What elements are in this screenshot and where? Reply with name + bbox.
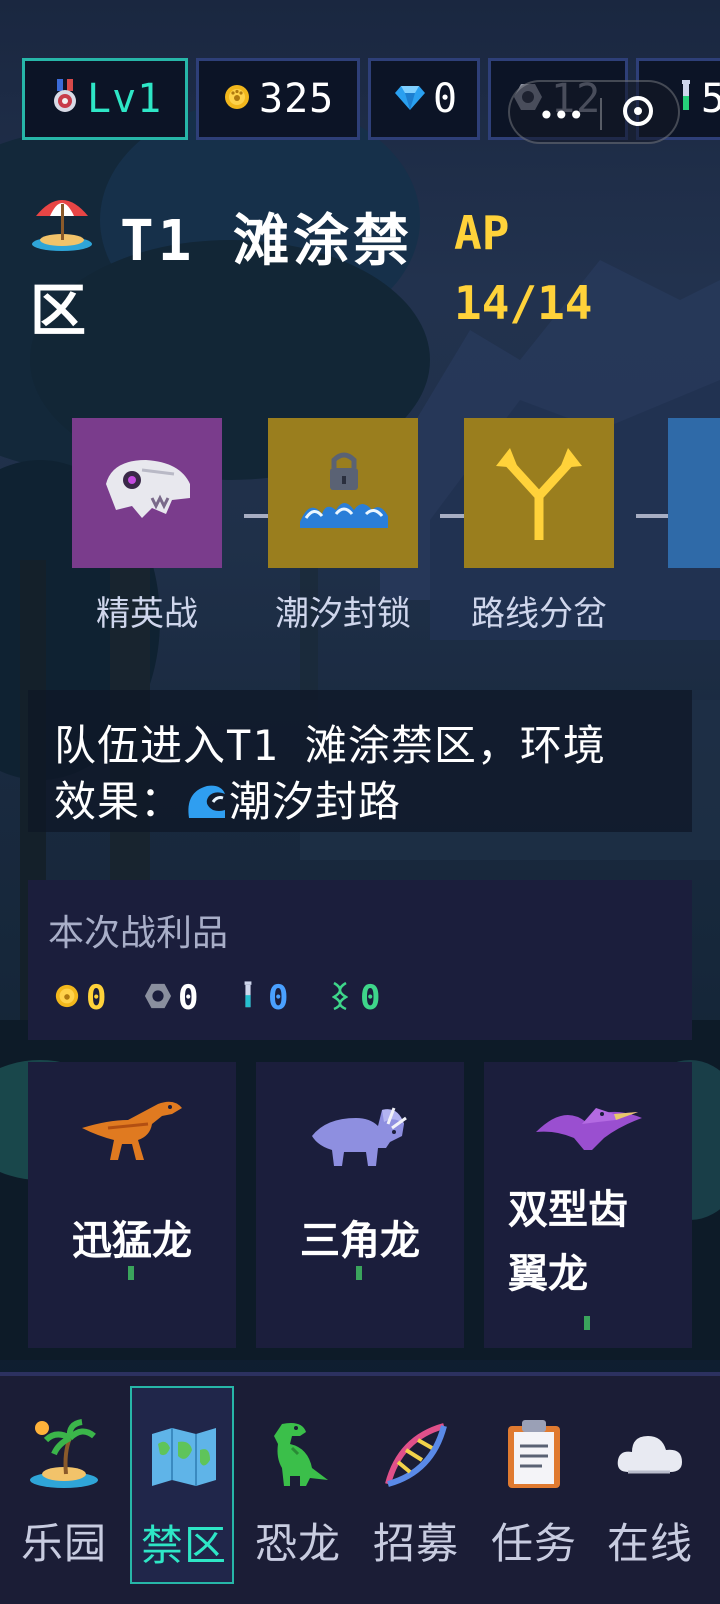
- dino-progress-bar: [584, 1316, 590, 1330]
- bolt-nut-icon: [144, 982, 172, 1014]
- raptor-icon: [78, 1090, 188, 1170]
- nav-item-park[interactable]: 乐园: [12, 1386, 116, 1584]
- wave-icon: [185, 782, 227, 832]
- ap-value: 14/14: [454, 276, 593, 330]
- route-node-next[interactable]: [668, 418, 720, 568]
- diamond-icon: [395, 84, 425, 114]
- level-badge[interactable]: Lv1: [22, 58, 188, 140]
- loot-vial-value: 0: [268, 978, 289, 1018]
- route-node-fork[interactable]: [464, 418, 614, 568]
- loot-panel: 本次战利品 0 0 0 0: [28, 880, 692, 1040]
- dino-skull-icon: [102, 454, 194, 530]
- dino-name-line2: 翼龙: [508, 1251, 588, 1297]
- nav-label: 招募: [372, 1519, 459, 1568]
- message-prefix: 效果：: [54, 777, 184, 826]
- nav-item-recruit[interactable]: 招募: [364, 1386, 468, 1584]
- route-node-tide-lock[interactable]: [268, 418, 418, 568]
- nav-label: 恐龙: [254, 1519, 341, 1568]
- dino-progress-bar: [356, 1266, 362, 1280]
- clipboard-icon: [498, 1418, 570, 1490]
- pterosaur-icon: [534, 1098, 644, 1170]
- beach-umbrella-icon: [30, 190, 94, 256]
- trex-icon: [262, 1418, 334, 1490]
- island-icon: [28, 1418, 100, 1490]
- map-icon: [148, 1420, 220, 1492]
- nav-label: 在线: [606, 1519, 693, 1568]
- level-value: Lv1: [87, 76, 163, 122]
- medal-icon: [51, 79, 79, 119]
- nav-item-online[interactable]: 在线: [598, 1386, 702, 1584]
- gold-value: 325: [259, 76, 335, 122]
- route-node-label: 潮汐封锁: [275, 594, 411, 634]
- event-message: 队伍进入T1 滩涂禁区，环境 效果： 潮汐封路: [28, 690, 692, 832]
- dino-name: 迅猛龙: [72, 1218, 192, 1264]
- route-node-elite[interactable]: [72, 418, 222, 568]
- gem-counter[interactable]: 0: [368, 58, 480, 140]
- bottom-nav: 乐园 禁区 恐龙 招募 任务 在线: [0, 1372, 720, 1604]
- loot-gold: 0: [54, 978, 106, 1018]
- loot-vial: 0: [242, 978, 288, 1018]
- nav-item-dinos[interactable]: 恐龙: [246, 1386, 350, 1584]
- gold-coin-icon: [223, 83, 251, 115]
- zone-title: T1 滩涂禁: [120, 209, 414, 274]
- dino-card-triceratops[interactable]: 三角龙: [256, 1062, 464, 1348]
- dino-progress-bar: [128, 1266, 134, 1280]
- nav-label: 禁区: [140, 1521, 227, 1570]
- dino-name: 三角龙: [300, 1218, 420, 1264]
- vial-value: 5: [701, 76, 720, 122]
- vial-icon: [679, 80, 693, 118]
- nav-label: 任务: [490, 1519, 577, 1568]
- vial-icon: [242, 981, 254, 1015]
- ap-label: AP: [454, 206, 510, 260]
- nav-label: 乐园: [20, 1519, 107, 1568]
- dino-name-line1: 双型齿: [508, 1187, 628, 1233]
- gold-counter[interactable]: 325: [196, 58, 360, 140]
- dna-icon: [331, 981, 349, 1015]
- loot-dna-value: 0: [360, 978, 381, 1018]
- dna-helix-icon: [380, 1418, 452, 1490]
- message-effect: 潮汐封路: [229, 777, 402, 826]
- message-line-2: 效果： 潮汐封路: [54, 768, 401, 829]
- loot-bolt: 0: [144, 978, 198, 1018]
- route-node-label: 精英战: [96, 594, 198, 634]
- loot-bolt-value: 0: [178, 978, 199, 1018]
- zone-title-wrap: 区: [30, 279, 86, 344]
- gold-coin-icon: [54, 983, 80, 1013]
- route-node-label: 路线分岔: [471, 594, 607, 634]
- locked-wave-icon: [296, 448, 390, 536]
- dino-name: 双型齿 翼龙: [508, 1178, 688, 1306]
- nav-item-tasks[interactable]: 任务: [482, 1386, 586, 1584]
- close-target-icon[interactable]: [623, 96, 653, 126]
- triceratops-icon: [308, 1096, 408, 1174]
- more-menu-icon[interactable]: •••: [538, 99, 585, 132]
- miniprogram-capsule[interactable]: •••: [508, 80, 680, 144]
- route-track: 精英战 潮汐封锁 路线分岔: [0, 418, 720, 638]
- nav-item-zone[interactable]: 禁区: [130, 1386, 234, 1584]
- dino-card-pterosaur[interactable]: 双型齿 翼龙: [484, 1062, 692, 1348]
- fork-arrow-icon: [492, 444, 586, 548]
- cloud-icon: [614, 1418, 686, 1490]
- loot-title: 本次战利品: [48, 913, 229, 954]
- gem-value: 0: [433, 76, 459, 122]
- dino-card-raptor[interactable]: 迅猛龙: [28, 1062, 236, 1348]
- loot-dna: 0: [331, 978, 381, 1018]
- loot-gold-value: 0: [86, 978, 107, 1018]
- message-line-1: 队伍进入T1 滩涂禁区，环境: [54, 721, 606, 770]
